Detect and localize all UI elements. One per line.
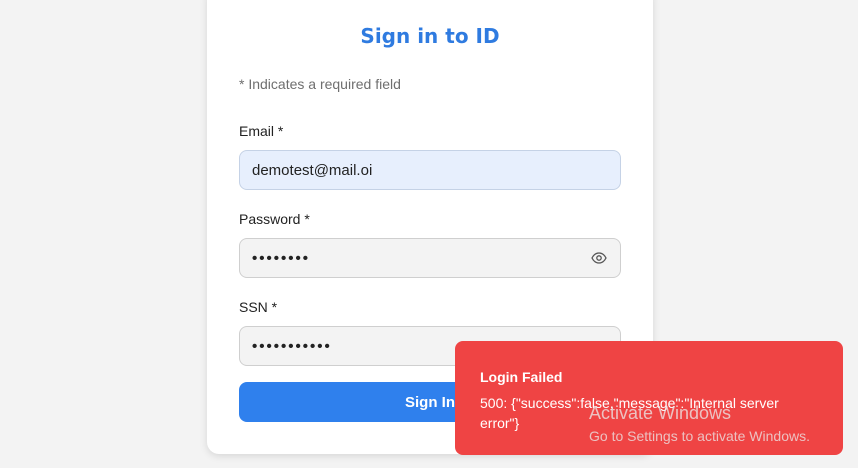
email-value: demotest@mail.oi: [252, 161, 373, 179]
login-failed-toast[interactable]: Login Failed 500: {"success":false,"mess…: [455, 341, 843, 455]
ssn-label: SSN *: [239, 299, 278, 315]
required-field-note: * Indicates a required field: [239, 76, 401, 92]
toast-title: Login Failed: [480, 369, 563, 385]
email-field[interactable]: demotest@mail.oi: [239, 150, 621, 190]
password-field[interactable]: ••••••••: [239, 238, 621, 278]
email-label: Email *: [239, 123, 284, 139]
password-value: ••••••••: [252, 249, 311, 267]
eye-icon[interactable]: [590, 249, 608, 267]
password-label: Password *: [239, 211, 310, 227]
toast-message: 500: {"success":false,"message":"Interna…: [480, 395, 779, 431]
page-title: Sign in to ID: [360, 24, 500, 48]
